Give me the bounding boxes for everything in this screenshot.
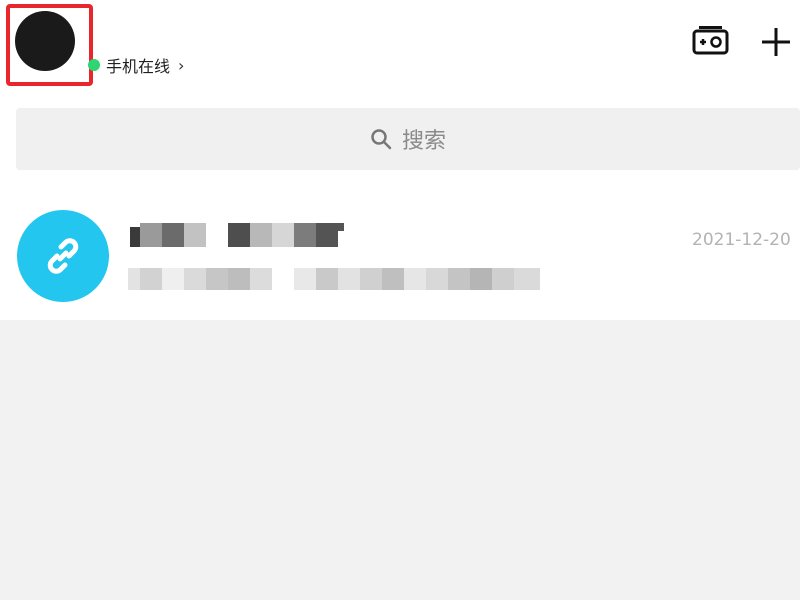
link-icon: [47, 238, 79, 274]
plus-icon[interactable]: [760, 26, 792, 58]
camera-icon[interactable]: [692, 26, 729, 56]
online-dot-icon: [88, 59, 100, 71]
top-panel: 手机在线 › 搜索 2021-12-20: [0, 0, 800, 320]
chevron-right-icon: ›: [178, 55, 185, 75]
search-placeholder: 搜索: [401, 129, 446, 154]
profile-avatar[interactable]: [15, 11, 75, 71]
conversation-time: 2021-12-20: [692, 230, 791, 250]
search-bar[interactable]: 搜索: [16, 108, 800, 170]
search-icon: [371, 129, 392, 150]
conversation-item[interactable]: 2021-12-20: [0, 190, 800, 302]
conversation-avatar: [17, 210, 109, 302]
online-status-text: 手机在线: [106, 57, 171, 76]
online-status[interactable]: 手机在线 ›: [88, 54, 184, 76]
